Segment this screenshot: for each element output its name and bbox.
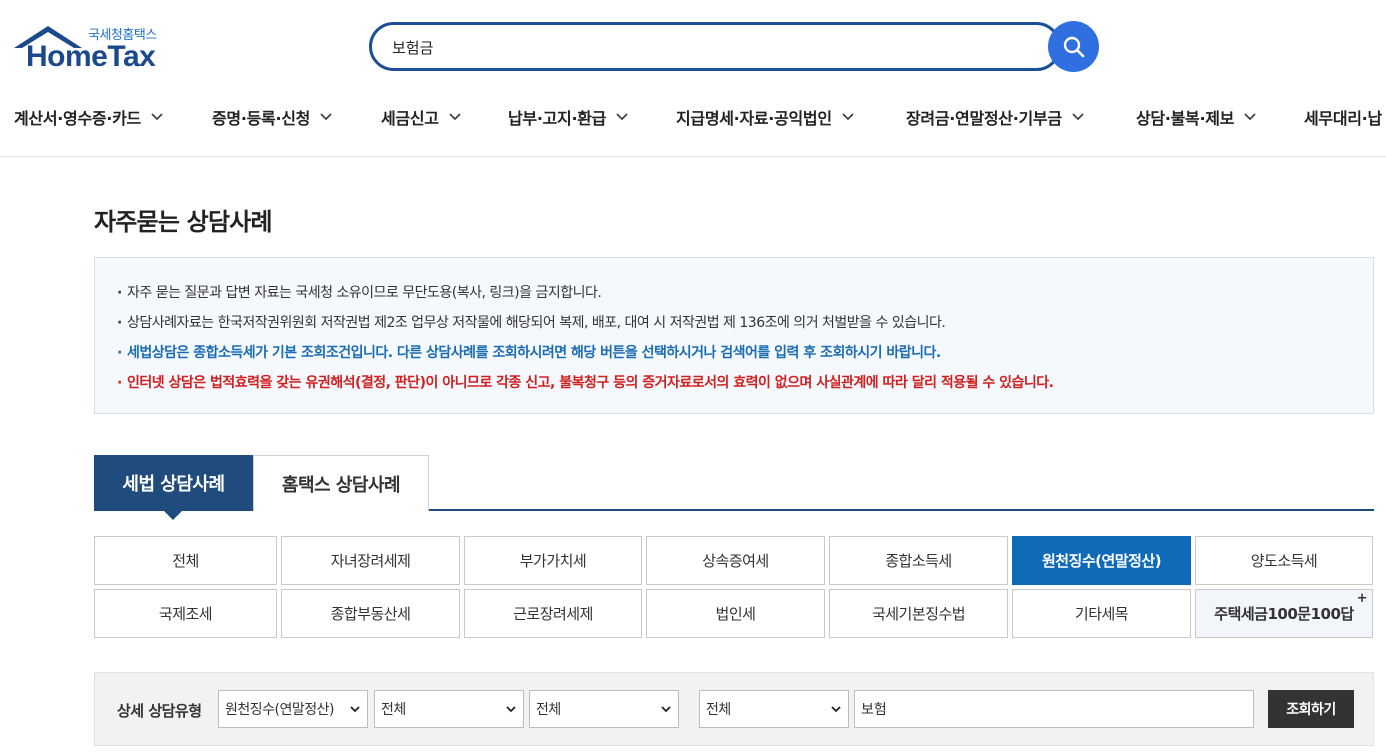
chevron-down-icon	[506, 706, 516, 713]
category-corporate-tax[interactable]: 법인세	[646, 589, 825, 638]
category-international[interactable]: 국제조세	[94, 589, 277, 638]
category-vat[interactable]: 부가가치세	[464, 536, 642, 585]
select-value: 전체	[706, 702, 731, 718]
main-navigation: 계산서·영수증·카드 증명·등록·신청 세금신고 납부·고지·환급 지급명세·자…	[0, 98, 1386, 134]
chevron-down-icon	[1244, 113, 1256, 121]
search-icon	[1063, 36, 1084, 57]
search-button[interactable]	[1048, 21, 1099, 72]
case-type-tabs: 세법 상담사례 홈택스 상담사례	[94, 455, 1374, 520]
select-value: 전체	[381, 702, 406, 718]
chevron-down-icon	[449, 113, 461, 121]
nav-item-tax-agent[interactable]: 세무대리·납	[1304, 105, 1382, 129]
category-earned-income-credit[interactable]: 근로장려세제	[464, 589, 642, 638]
nav-item-statements[interactable]: 지급명세·자료·공익법인	[676, 105, 854, 129]
keyword-input[interactable]	[854, 690, 1254, 728]
category-label: 주택세금100문100답	[1214, 605, 1354, 623]
notice-copyright: 자주 묻는 질문과 답변 자료는 국세청 소유이므로 무단도용(복사, 링크)을…	[115, 278, 1373, 308]
nav-item-label: 장려금·연말정산·기부금	[906, 109, 1062, 128]
select-value: 전체	[536, 702, 561, 718]
detail-filter-bar: 상세 상담유형 원천징수(연말정산) 전체 전체 전체 조회하기	[94, 672, 1374, 746]
nav-item-label: 계산서·영수증·카드	[14, 109, 141, 128]
category-capital-gains[interactable]: 양도소득세	[1195, 536, 1373, 585]
hometax-logo[interactable]: 국세청홈택스 HomeTax	[14, 22, 174, 74]
nav-item-label: 납부·고지·환급	[508, 109, 607, 128]
select-value: 원천징수(연말정산)	[225, 702, 334, 718]
global-search	[369, 21, 1099, 72]
tab-label: 세법 상담사례	[122, 474, 225, 495]
category-withholding[interactable]: 원천징수(연말정산)	[1012, 536, 1191, 585]
category-child-credit[interactable]: 자녀장려세제	[281, 536, 460, 585]
category-income-tax[interactable]: 종합소득세	[829, 536, 1008, 585]
tab-label: 홈택스 상담사례	[281, 474, 401, 496]
chevron-down-icon	[320, 113, 332, 121]
logo-wordmark: HomeTax	[26, 40, 156, 73]
search-input[interactable]	[392, 36, 1032, 58]
chevron-down-icon	[842, 113, 854, 121]
plus-icon: +	[1356, 591, 1368, 606]
chevron-down-icon	[151, 113, 163, 121]
filter-label: 상세 상담유형	[117, 702, 202, 720]
tab-hometax-cases[interactable]: 홈택스 상담사례	[253, 455, 429, 511]
chevron-down-icon	[350, 706, 360, 713]
tab-tax-law-cases[interactable]: 세법 상담사례	[94, 455, 253, 520]
category-select[interactable]: 원천징수(연말정산)	[218, 690, 368, 728]
nav-item-label: 세무대리·납	[1304, 109, 1382, 128]
nav-item-tax-filing[interactable]: 세금신고	[381, 105, 461, 129]
search-scope-select[interactable]: 전체	[699, 690, 849, 728]
notice-default-condition: 세법상담은 종합소득세가 기본 조회조건입니다. 다른 상담사례를 조회하시려면…	[115, 338, 1373, 368]
notice-copyright-law: 상담사례자료는 한국저작권위원회 저작권법 제2조 업무상 저작물에 해당되어 …	[115, 308, 1373, 338]
category-basic-collection-law[interactable]: 국세기본징수법	[829, 589, 1008, 638]
notice-legal-disclaimer: 인터넷 상담은 법적효력을 갖는 유권해석(결정, 판단)이 아니므로 각종 신…	[115, 368, 1373, 398]
chevron-down-icon	[1072, 113, 1084, 121]
nav-item-label: 상담·불복·제보	[1136, 109, 1235, 128]
search-box	[369, 22, 1061, 71]
nav-item-payment[interactable]: 납부·고지·환급	[508, 105, 628, 129]
detail-select[interactable]: 전체	[529, 690, 679, 728]
header: 국세청홈택스 HomeTax 계산서·영수증·카드 증명·등록·신청 세금신고 …	[0, 0, 1386, 157]
nav-item-label: 지급명세·자료·공익법인	[676, 109, 832, 128]
search-submit-button[interactable]: 조회하기	[1268, 690, 1354, 728]
category-inheritance-gift[interactable]: 상속증여세	[646, 536, 825, 585]
subcategory-select[interactable]: 전체	[374, 690, 524, 728]
category-other-taxes[interactable]: 기타세목	[1012, 589, 1191, 638]
nav-item-incentives[interactable]: 장려금·연말정산·기부금	[906, 105, 1084, 129]
chevron-down-icon	[831, 706, 841, 713]
nav-item-certificates[interactable]: 증명·등록·신청	[212, 105, 332, 129]
nav-item-consulting[interactable]: 상담·불복·제보	[1136, 105, 1256, 129]
category-all[interactable]: 전체	[94, 536, 277, 585]
category-housing-faq[interactable]: 주택세금100문100답 +	[1195, 589, 1373, 638]
nav-item-label: 증명·등록·신청	[212, 109, 311, 128]
notice-box: 자주 묻는 질문과 답변 자료는 국세청 소유이므로 무단도용(복사, 링크)을…	[94, 257, 1374, 414]
nav-item-label: 세금신고	[381, 109, 439, 128]
page-title: 자주묻는 상담사례	[94, 208, 273, 236]
category-property-tax[interactable]: 종합부동산세	[281, 589, 460, 638]
chevron-down-icon	[616, 113, 628, 121]
chevron-down-icon	[661, 706, 671, 713]
nav-item-receipts[interactable]: 계산서·영수증·카드	[14, 105, 163, 129]
active-tab-pointer	[164, 511, 182, 520]
